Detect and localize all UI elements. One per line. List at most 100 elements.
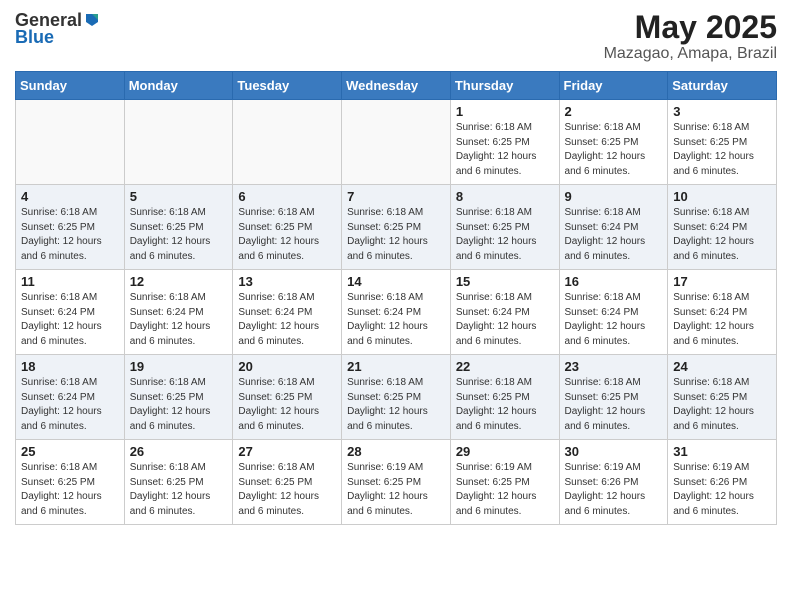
day-info: Sunrise: 6:19 AM Sunset: 6:26 PM Dayligh… xyxy=(673,461,771,519)
day-info: Sunrise: 6:18 AM Sunset: 6:24 PM Dayligh… xyxy=(456,291,554,349)
day-info: Sunrise: 6:18 AM Sunset: 6:25 PM Dayligh… xyxy=(238,206,336,264)
day-info: Sunrise: 6:18 AM Sunset: 6:25 PM Dayligh… xyxy=(673,376,771,434)
day-number: 20 xyxy=(238,359,336,374)
day-number: 17 xyxy=(673,274,771,289)
logo-flag-icon xyxy=(83,12,101,30)
day-info: Sunrise: 6:18 AM Sunset: 6:24 PM Dayligh… xyxy=(565,206,663,264)
header-saturday: Saturday xyxy=(668,72,777,100)
header-tuesday: Tuesday xyxy=(233,72,342,100)
day-number: 26 xyxy=(130,444,228,459)
day-cell: 3 Sunrise: 6:18 AM Sunset: 6:25 PM Daylig… xyxy=(668,100,777,185)
day-cell: 30 Sunrise: 6:19 AM Sunset: 6:26 PM Dayli… xyxy=(559,440,668,525)
day-cell: 23 Sunrise: 6:18 AM Sunset: 6:25 PM Dayli… xyxy=(559,355,668,440)
day-cell xyxy=(16,100,125,185)
day-cell xyxy=(233,100,342,185)
day-cell: 20Sunrise: 6:18 AM Sunset: 6:25 PM Dayli… xyxy=(233,355,342,440)
day-cell: 13 Sunrise: 6:18 AM Sunset: 6:24 PM Dayli… xyxy=(233,270,342,355)
day-number: 23 xyxy=(565,359,663,374)
day-cell: 9 Sunrise: 6:18 AM Sunset: 6:24 PM Daylig… xyxy=(559,185,668,270)
day-info: Sunrise: 6:18 AM Sunset: 6:25 PM Dayligh… xyxy=(673,121,771,179)
day-number: 3 xyxy=(673,104,771,119)
day-number: 8 xyxy=(456,189,554,204)
calendar-body: 1 Sunrise: 6:18 AM Sunset: 6:25 PM Daylig… xyxy=(16,100,777,525)
header: General Blue May 2025 Mazagao, Amapa, Br… xyxy=(15,10,777,63)
day-number: 5 xyxy=(130,189,228,204)
day-info: Sunrise: 6:18 AM Sunset: 6:25 PM Dayligh… xyxy=(347,376,445,434)
day-info: Sunrise: 6:18 AM Sunset: 6:25 PM Dayligh… xyxy=(130,461,228,519)
day-info: Sunrise: 6:19 AM Sunset: 6:26 PM Dayligh… xyxy=(565,461,663,519)
header-monday: Monday xyxy=(124,72,233,100)
day-info: Sunrise: 6:18 AM Sunset: 6:24 PM Dayligh… xyxy=(21,291,119,349)
header-thursday: Thursday xyxy=(450,72,559,100)
week-row-4: 18Sunrise: 6:18 AM Sunset: 6:24 PM Dayli… xyxy=(16,355,777,440)
day-cell: 17 Sunrise: 6:18 AM Sunset: 6:24 PM Dayli… xyxy=(668,270,777,355)
day-cell: 25Sunrise: 6:18 AM Sunset: 6:25 PM Dayli… xyxy=(16,440,125,525)
calendar-header: Sunday Monday Tuesday Wednesday Thursday… xyxy=(16,72,777,100)
day-info: Sunrise: 6:18 AM Sunset: 6:24 PM Dayligh… xyxy=(238,291,336,349)
day-cell: 11 Sunrise: 6:18 AM Sunset: 6:24 PM Dayli… xyxy=(16,270,125,355)
day-number: 7 xyxy=(347,189,445,204)
day-number: 1 xyxy=(456,104,554,119)
day-info: Sunrise: 6:19 AM Sunset: 6:25 PM Dayligh… xyxy=(456,461,554,519)
day-number: 24 xyxy=(673,359,771,374)
day-number: 16 xyxy=(565,274,663,289)
day-cell: 8 Sunrise: 6:18 AM Sunset: 6:25 PM Daylig… xyxy=(450,185,559,270)
day-number: 30 xyxy=(565,444,663,459)
day-cell: 14 Sunrise: 6:18 AM Sunset: 6:24 PM Dayli… xyxy=(342,270,451,355)
day-number: 13 xyxy=(238,274,336,289)
week-row-3: 11 Sunrise: 6:18 AM Sunset: 6:24 PM Dayli… xyxy=(16,270,777,355)
day-cell: 31Sunrise: 6:19 AM Sunset: 6:26 PM Dayli… xyxy=(668,440,777,525)
day-number: 27 xyxy=(238,444,336,459)
day-cell xyxy=(342,100,451,185)
day-info: Sunrise: 6:18 AM Sunset: 6:24 PM Dayligh… xyxy=(673,206,771,264)
day-number: 14 xyxy=(347,274,445,289)
calendar-subtitle: Mazagao, Amapa, Brazil xyxy=(604,45,777,63)
day-info: Sunrise: 6:18 AM Sunset: 6:24 PM Dayligh… xyxy=(673,291,771,349)
page: General Blue May 2025 Mazagao, Amapa, Br… xyxy=(0,0,792,540)
day-info: Sunrise: 6:18 AM Sunset: 6:24 PM Dayligh… xyxy=(347,291,445,349)
day-cell: 5 Sunrise: 6:18 AM Sunset: 6:25 PM Daylig… xyxy=(124,185,233,270)
day-info: Sunrise: 6:18 AM Sunset: 6:25 PM Dayligh… xyxy=(21,206,119,264)
day-cell: 21Sunrise: 6:18 AM Sunset: 6:25 PM Dayli… xyxy=(342,355,451,440)
header-sunday: Sunday xyxy=(16,72,125,100)
day-number: 15 xyxy=(456,274,554,289)
day-info: Sunrise: 6:18 AM Sunset: 6:25 PM Dayligh… xyxy=(565,121,663,179)
day-number: 6 xyxy=(238,189,336,204)
logo: General Blue xyxy=(15,10,102,48)
day-cell: 18Sunrise: 6:18 AM Sunset: 6:24 PM Dayli… xyxy=(16,355,125,440)
day-number: 11 xyxy=(21,274,119,289)
day-info: Sunrise: 6:18 AM Sunset: 6:25 PM Dayligh… xyxy=(456,376,554,434)
day-number: 12 xyxy=(130,274,228,289)
day-info: Sunrise: 6:18 AM Sunset: 6:25 PM Dayligh… xyxy=(565,376,663,434)
week-row-1: 1 Sunrise: 6:18 AM Sunset: 6:25 PM Daylig… xyxy=(16,100,777,185)
day-cell: 4 Sunrise: 6:18 AM Sunset: 6:25 PM Daylig… xyxy=(16,185,125,270)
day-cell: 6 Sunrise: 6:18 AM Sunset: 6:25 PM Daylig… xyxy=(233,185,342,270)
title-block: May 2025 Mazagao, Amapa, Brazil xyxy=(604,10,777,63)
day-number: 10 xyxy=(673,189,771,204)
day-number: 4 xyxy=(21,189,119,204)
day-cell: 24 Sunrise: 6:18 AM Sunset: 6:25 PM Dayli… xyxy=(668,355,777,440)
day-cell: 29 Sunrise: 6:19 AM Sunset: 6:25 PM Dayli… xyxy=(450,440,559,525)
calendar-title: May 2025 xyxy=(604,10,777,45)
day-cell: 2 Sunrise: 6:18 AM Sunset: 6:25 PM Daylig… xyxy=(559,100,668,185)
day-info: Sunrise: 6:18 AM Sunset: 6:24 PM Dayligh… xyxy=(21,376,119,434)
day-info: Sunrise: 6:19 AM Sunset: 6:25 PM Dayligh… xyxy=(347,461,445,519)
day-cell: 10 Sunrise: 6:18 AM Sunset: 6:24 PM Dayli… xyxy=(668,185,777,270)
day-cell: 27 Sunrise: 6:18 AM Sunset: 6:25 PM Dayli… xyxy=(233,440,342,525)
week-row-2: 4 Sunrise: 6:18 AM Sunset: 6:25 PM Daylig… xyxy=(16,185,777,270)
day-info: Sunrise: 6:18 AM Sunset: 6:25 PM Dayligh… xyxy=(130,206,228,264)
day-cell: 12 Sunrise: 6:18 AM Sunset: 6:24 PM Dayli… xyxy=(124,270,233,355)
day-number: 9 xyxy=(565,189,663,204)
day-info: Sunrise: 6:18 AM Sunset: 6:25 PM Dayligh… xyxy=(347,206,445,264)
day-info: Sunrise: 6:18 AM Sunset: 6:25 PM Dayligh… xyxy=(456,206,554,264)
day-cell: 22Sunrise: 6:18 AM Sunset: 6:25 PM Dayli… xyxy=(450,355,559,440)
day-number: 29 xyxy=(456,444,554,459)
day-number: 28 xyxy=(347,444,445,459)
day-cell: 16Sunrise: 6:18 AM Sunset: 6:24 PM Dayli… xyxy=(559,270,668,355)
week-row-5: 25Sunrise: 6:18 AM Sunset: 6:25 PM Dayli… xyxy=(16,440,777,525)
header-wednesday: Wednesday xyxy=(342,72,451,100)
day-number: 2 xyxy=(565,104,663,119)
day-info: Sunrise: 6:18 AM Sunset: 6:25 PM Dayligh… xyxy=(238,461,336,519)
day-info: Sunrise: 6:18 AM Sunset: 6:24 PM Dayligh… xyxy=(130,291,228,349)
day-info: Sunrise: 6:18 AM Sunset: 6:25 PM Dayligh… xyxy=(21,461,119,519)
